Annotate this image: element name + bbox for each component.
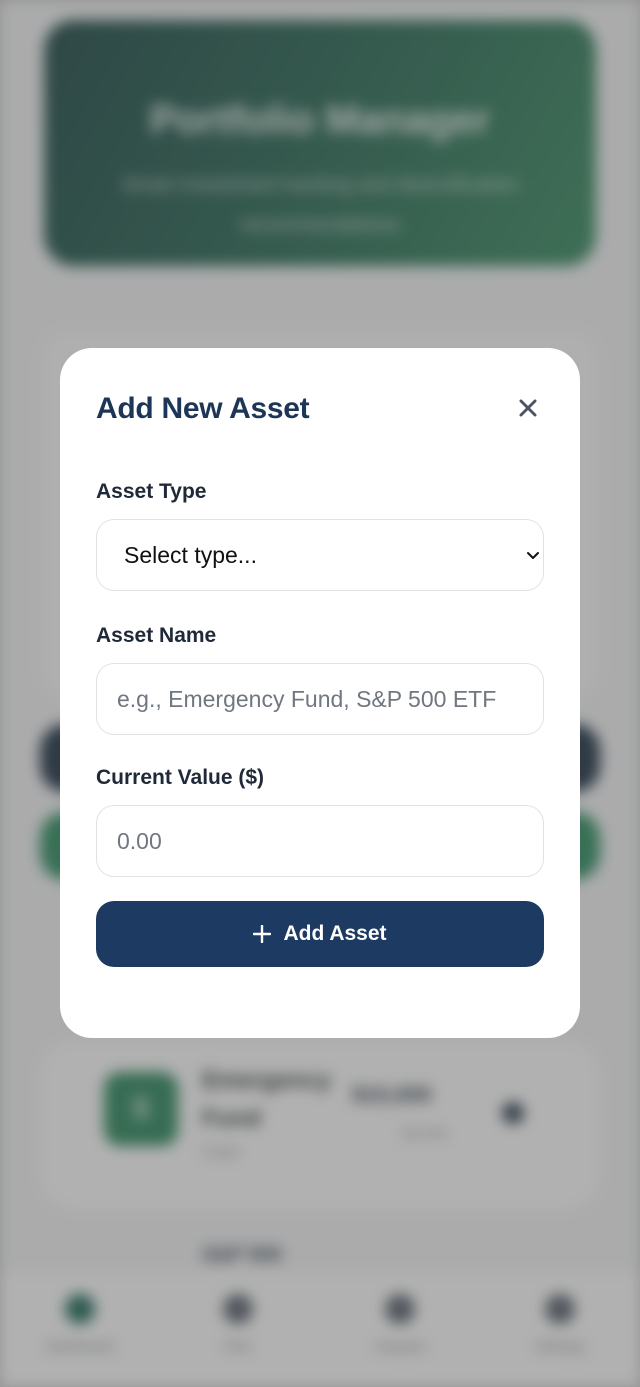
current-value-label: Current Value ($) [96, 766, 265, 789]
asset-name-input[interactable] [96, 663, 544, 735]
add-asset-button[interactable]: Add Asset [96, 901, 544, 967]
asset-type-value: Select type... [124, 542, 257, 568]
modal-title: Add New Asset [96, 392, 310, 425]
close-icon [519, 399, 537, 417]
add-asset-button-label: Add Asset [283, 922, 387, 945]
chevron-down-icon [527, 552, 539, 559]
asset-name-label: Asset Name [96, 624, 217, 647]
current-value-input[interactable] [96, 805, 544, 877]
asset-type-label: Asset Type [96, 480, 207, 503]
plus-icon [253, 925, 272, 943]
asset-type-select[interactable]: Select type... [96, 519, 544, 591]
close-button[interactable] [510, 390, 546, 426]
add-asset-modal: Add New Asset Asset Type Select type... … [60, 348, 580, 1038]
